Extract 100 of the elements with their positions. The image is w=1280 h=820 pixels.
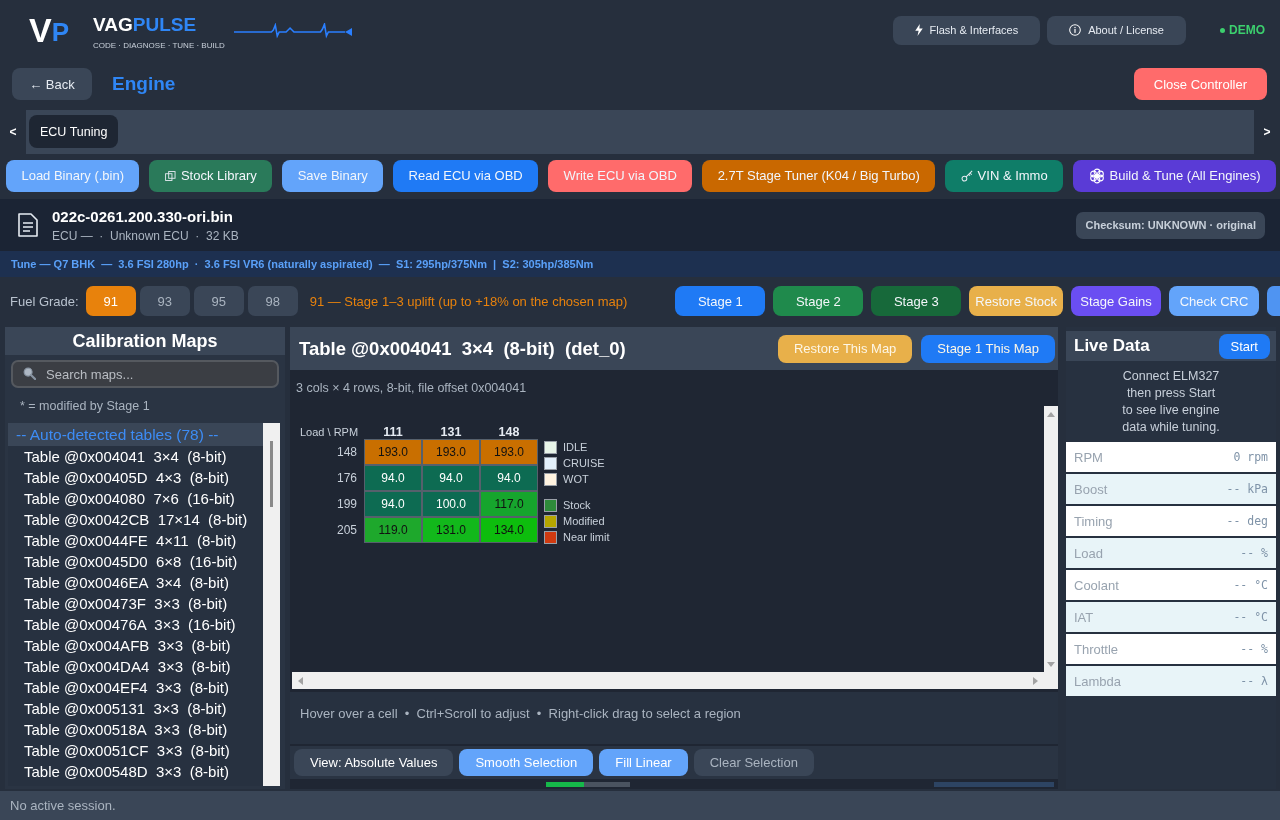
map-list-item[interactable]: Table @0x004EF4 3×3 (8-bit) [8, 677, 263, 698]
heatmap-cell[interactable]: 119.0 [364, 517, 422, 543]
panel-title: Calibration Maps [5, 327, 285, 355]
scroll-up-arrow-icon [1047, 412, 1055, 417]
map-list-item[interactable]: Table @0x00405D 4×3 (8-bit) [8, 467, 263, 488]
reading-value: -- °C [1233, 610, 1268, 624]
map-list-item[interactable]: Table @0x004AFB 3×3 (8-bit) [8, 635, 263, 656]
brand-name: VAGPULSE [93, 14, 198, 36]
heatmap-cell[interactable]: 193.0 [480, 439, 538, 465]
editor-tool-button[interactable]: View: Absolute Values [294, 749, 454, 776]
scroll-right-button[interactable]: > [1254, 110, 1280, 154]
document-icon [18, 213, 38, 237]
reading-label: IAT [1074, 609, 1094, 625]
heatmap-cell[interactable]: 134.0 [480, 517, 538, 543]
horizontal-scrollbar[interactable] [292, 672, 1044, 689]
scrollbar[interactable] [263, 423, 280, 786]
heatmap-cell[interactable]: 100.0 [422, 491, 480, 517]
legend-label: IDLE [563, 441, 588, 453]
reading-label: RPM [1074, 449, 1103, 465]
toolbar-button[interactable]: 2.7T Stage Tuner (K04 / Big Turbo) [702, 159, 936, 192]
row-header: 176 [335, 470, 358, 487]
scroll-right-arrow-icon [1033, 676, 1038, 685]
stage-button[interactable]: Stage 3 [871, 286, 962, 316]
tab[interactable]: ECU Tuning [29, 115, 119, 148]
header-button[interactable]: Flash & Interfaces [892, 15, 1041, 45]
flower-icon [1088, 167, 1105, 184]
legend-label: CRUISE [563, 457, 605, 469]
reading-label: Coolant [1074, 577, 1119, 593]
stage-button[interactable]: Stage 2 [773, 286, 864, 316]
legend-label: Stock [563, 499, 591, 511]
row-header: 205 [335, 522, 358, 539]
heatmap-cell[interactable]: 193.0 [364, 439, 422, 465]
search-icon [23, 367, 36, 380]
reading-value: -- λ [1240, 674, 1268, 688]
reading-value: -- % [1240, 642, 1268, 656]
map-list-item[interactable]: Table @0x0045D0 6×8 (16-bit) [8, 551, 263, 572]
heatmap-cell[interactable]: 94.0 [422, 465, 480, 491]
map-list-item[interactable]: Table @0x00548D 3×3 (8-bit) [8, 761, 263, 782]
reading-label: Load [1074, 545, 1103, 561]
back-button[interactable]: ← Back [12, 68, 92, 100]
heatmap-cell[interactable]: 94.0 [364, 491, 422, 517]
legend-note: * = modified by Stage 1 [20, 398, 151, 415]
column-header: 111 [382, 425, 404, 439]
reading-label: Lambda [1074, 673, 1121, 689]
scroll-down-arrow-icon [1047, 662, 1055, 667]
map-list-item[interactable]: Table @0x0044FE 4×11 (8-bit) [8, 530, 263, 551]
map-action-button[interactable]: Stage 1 This Map [921, 334, 1055, 363]
legend-label: Modified [563, 515, 605, 527]
fuel-grade-note: 91 — Stage 1–3 uplift (up to +18% on the chosen map) [309, 293, 628, 309]
reading-label: Boost [1074, 481, 1108, 497]
stage-button[interactable]: Stage Gains [1071, 286, 1161, 316]
checksum-badge: Checksum: UNKNOWN · original [1076, 211, 1265, 239]
fuel-grade-option[interactable]: 93 [139, 286, 190, 316]
list-group-header: -- Auto-detected tables (78) -- [8, 423, 263, 446]
logo: VP [29, 14, 70, 46]
vertical-scrollbar[interactable] [1044, 406, 1058, 672]
heatmap-cell[interactable]: 131.0 [422, 517, 480, 543]
map-list-item[interactable]: Table @0x0051CF 3×3 (8-bit) [8, 740, 263, 761]
reading-value: -- deg [1226, 514, 1268, 528]
header-button[interactable]: About / License [1047, 15, 1186, 45]
file-details: ECU — · Unknown ECU · 32 KB [52, 228, 239, 243]
scrollbar-thumb[interactable] [270, 441, 273, 507]
map-list-item[interactable]: Table @0x00518A 3×3 (8-bit) [8, 719, 263, 740]
column-header: 148 [497, 425, 521, 439]
fuel-grade-option[interactable]: 98 [247, 286, 298, 316]
toolbar-button[interactable]: Build & Tune (All Engines) [1073, 159, 1276, 192]
heatmap-cell[interactable]: 193.0 [422, 439, 480, 465]
toolbar-button[interactable]: VIN & Immo [945, 159, 1064, 192]
map-list-item[interactable]: Table @0x004080 7×6 (16-bit) [8, 488, 263, 509]
map-list-item[interactable]: Table @0x00476A 3×3 (16-bit) [8, 614, 263, 635]
partial-button[interactable] [1267, 286, 1280, 316]
map-list-item[interactable]: Table @0x004041 3×4 (8-bit) [8, 446, 263, 467]
file-name: 022c-0261.200.330-ori.bin [52, 207, 234, 225]
start-button[interactable]: Start [1218, 333, 1270, 359]
axis-label: Load \ RPM [300, 426, 360, 439]
heatmap-cell[interactable]: 94.0 [364, 465, 422, 491]
mode-label: DEMO [1229, 23, 1265, 37]
toolbar-button[interactable]: Read ECU via OBD [393, 159, 539, 192]
scroll-left-button[interactable]: < [0, 110, 26, 154]
map-list-item[interactable]: Table @0x004DA4 3×3 (8-bit) [8, 656, 263, 677]
map-list-item[interactable]: Table @0x0042CB 17×14 (8-bit) [8, 509, 263, 530]
map-list-item[interactable]: Table @0x005131 3×3 (8-bit) [8, 698, 263, 719]
fuel-grade-option[interactable]: 95 [193, 286, 244, 316]
stacked-pages-icon [164, 170, 176, 181]
reading-value: -- kPa [1226, 482, 1268, 496]
heatmap-cell[interactable]: 117.0 [480, 491, 538, 517]
row-header: 199 [335, 496, 358, 513]
reading-value: 0 rpm [1233, 450, 1268, 464]
heartbeat-line-icon [233, 23, 352, 39]
input-field[interactable] [934, 782, 1054, 787]
search-field[interactable]: Search maps... [11, 360, 279, 388]
status-text: No active session. [10, 798, 116, 813]
stage-button[interactable]: Stage 1 [675, 286, 766, 316]
heatmap-cell[interactable]: 94.0 [480, 465, 538, 491]
map-list-item[interactable]: Table @0x0046EA 3×4 (8-bit) [8, 572, 263, 593]
column-header: 131 [439, 425, 463, 439]
slider-track[interactable] [546, 782, 630, 787]
reading-label: Throttle [1074, 641, 1119, 657]
toolbar-button[interactable]: Stock Library [149, 159, 273, 192]
map-list-item[interactable]: Table @0x00473F 3×3 (8-bit) [8, 593, 263, 614]
